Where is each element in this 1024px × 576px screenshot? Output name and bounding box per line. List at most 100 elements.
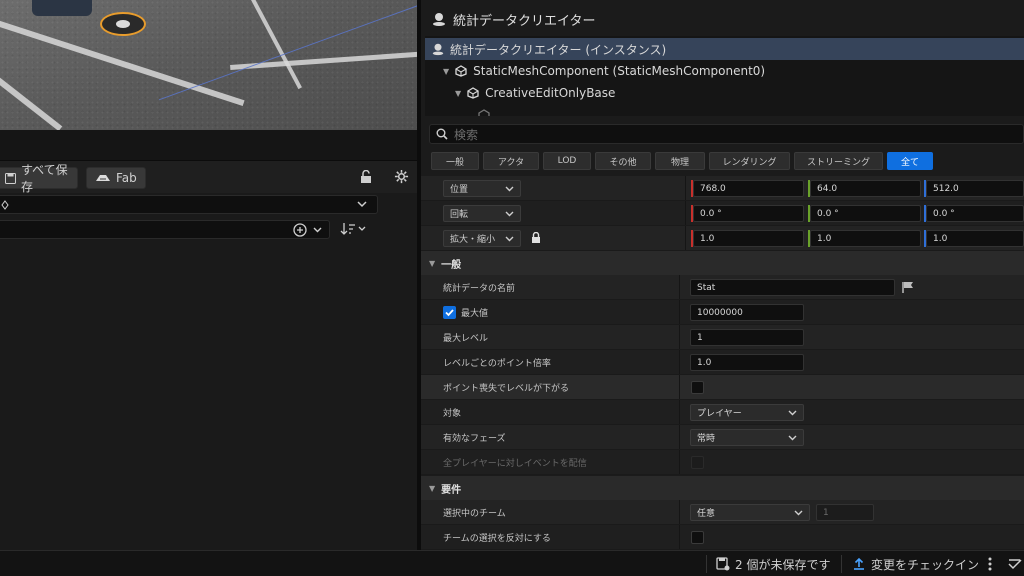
rotation-z-field[interactable]: 0.0 ° [926, 205, 1024, 222]
points-per-level-field[interactable]: 1.0 [690, 354, 804, 371]
column-divider [679, 375, 680, 399]
target-dropdown[interactable]: プレイヤー [690, 404, 804, 421]
rotation-x-field[interactable]: 0.0 ° [693, 205, 804, 222]
checkin-label: 変更をチェックイン [871, 557, 980, 572]
tree-item-instance[interactable]: 統計データクリエイター (インスタンス) [425, 38, 1024, 60]
scale-x-field[interactable]: 1.0 [693, 230, 804, 247]
category-general[interactable]: ▼ 一般 [421, 251, 1024, 275]
property-max-level: 最大レベル 1 [421, 325, 1024, 350]
invert-team-label: チームの選択を反対にする [443, 533, 551, 544]
stat-creator-device[interactable] [100, 12, 146, 36]
property-scale: 拡大・縮小 1.0 1.0 1.0 [421, 226, 1024, 251]
checkin-button[interactable]: 変更をチェックイン [852, 551, 979, 576]
column-divider [685, 176, 686, 200]
settings-icon[interactable] [394, 169, 409, 184]
level-down-checkbox[interactable] [691, 381, 704, 394]
max-level-field[interactable]: 1 [690, 329, 804, 346]
phase-label: 有効なフェーズ [443, 433, 506, 444]
fab-button[interactable]: Fab [86, 167, 146, 189]
unsaved-label: 2 個が未保存です [735, 557, 831, 572]
location-y-field[interactable]: 64.0 [810, 180, 921, 197]
filter-lod[interactable]: LOD [543, 152, 591, 170]
flag-icon[interactable] [902, 281, 914, 294]
fab-label: Fab [116, 171, 137, 185]
lock-icon[interactable] [531, 232, 541, 244]
property-stat-name: 統計データの名前 Stat [421, 275, 1024, 300]
rotation-mode-dropdown[interactable]: 回転 [443, 205, 521, 222]
filter-general[interactable]: 一般 [431, 152, 479, 170]
scale-z-field[interactable]: 1.0 [926, 230, 1024, 247]
chevron-down-icon [505, 236, 514, 242]
status-bar: 2 個が未保存です 変更をチェックイン [0, 550, 1024, 576]
chevron-down-icon[interactable] [313, 227, 322, 233]
stat-creator-icon [431, 11, 447, 27]
column-divider [679, 500, 680, 524]
content-search-input[interactable] [0, 220, 330, 239]
category-requirements[interactable]: ▼ 要件 [421, 476, 1024, 500]
scale-label: 拡大・縮小 [450, 235, 496, 245]
filter-all[interactable]: 全て [887, 152, 933, 170]
filter-streaming[interactable]: ストリーミング [794, 152, 883, 170]
filter-rendering[interactable]: レンダリング [709, 152, 790, 170]
phase-dropdown[interactable]: 常時 [690, 429, 804, 446]
invert-team-checkbox[interactable] [691, 531, 704, 544]
property-broadcast: 全プレイヤーに対しイベントを配信 [421, 450, 1024, 475]
location-z-field[interactable]: 512.0 [926, 180, 1024, 197]
column-divider [679, 350, 680, 374]
filter-other[interactable]: その他 [595, 152, 651, 170]
points-per-level-label: レベルごとのポイント倍率 [443, 358, 551, 369]
save-all-button[interactable]: すべて保存 [0, 163, 78, 194]
location-x-field[interactable]: 768.0 [693, 180, 804, 197]
chevron-down-icon [794, 510, 803, 516]
scale-y-field[interactable]: 1.0 [810, 230, 921, 247]
tree-item-static-mesh[interactable]: ▼ StaticMeshComponent (StaticMeshCompone… [425, 60, 1024, 82]
expand-arrow-icon[interactable]: ▼ [455, 89, 461, 98]
source-control-icon[interactable] [1008, 557, 1022, 571]
actor-mesh [32, 0, 92, 16]
max-value-field[interactable]: 10000000 [690, 304, 804, 321]
property-max-value: 最大値 10000000 [421, 300, 1024, 325]
property-rotation: 回転 0.0 ° 0.0 ° 0.0 ° [421, 201, 1024, 226]
details-header: 統計データクリエイター [421, 6, 1024, 32]
column-divider [679, 275, 680, 299]
property-location: 位置 768.0 64.0 512.0 [421, 176, 1024, 201]
column-divider [679, 325, 680, 349]
search-placeholder: 検索 [454, 127, 479, 142]
column-divider [685, 226, 686, 250]
category-requirements-label: 要件 [441, 484, 462, 496]
details-search-input[interactable]: 検索 [429, 124, 1024, 144]
unsaved-indicator[interactable]: 2 個が未保存です [716, 551, 830, 576]
sort-icon[interactable] [340, 221, 368, 237]
team-index-field: 1 [816, 504, 874, 521]
diamond-icon [1, 200, 9, 210]
column-divider [679, 400, 680, 424]
static-mesh-icon [466, 87, 480, 99]
location-mode-dropdown[interactable]: 位置 [443, 180, 521, 197]
phase-value: 常時 [697, 434, 716, 444]
property-points-per-level: レベルごとのポイント倍率 1.0 [421, 350, 1024, 375]
filter-physics[interactable]: 物理 [655, 152, 705, 170]
static-mesh-icon [454, 65, 468, 77]
add-circle-icon[interactable] [293, 223, 307, 237]
target-value: プレイヤー [697, 409, 742, 419]
search-icon [436, 128, 448, 140]
details-panel: 統計データクリエイター 統計データクリエイター (インスタンス) ▼ Stati… [421, 0, 1024, 550]
path-dropdown[interactable] [0, 195, 378, 214]
level-viewport[interactable] [0, 0, 417, 130]
tree-item-label: StaticMeshComponent (StaticMeshComponent… [473, 64, 766, 78]
lock-icon[interactable] [360, 170, 372, 184]
collapse-arrow-icon: ▼ [429, 483, 436, 493]
max-value-checkbox[interactable] [443, 306, 456, 319]
tree-item-creative-edit-only[interactable]: ▼ CreativeEditOnlyBase [425, 82, 1024, 104]
rotation-y-field[interactable]: 0.0 ° [810, 205, 921, 222]
stat-name-field[interactable]: Stat [690, 279, 895, 296]
team-dropdown[interactable]: 任意 [690, 504, 810, 521]
more-options-icon[interactable] [988, 557, 992, 571]
team-label: 選択中のチーム [443, 508, 506, 519]
expand-arrow-icon[interactable]: ▼ [443, 67, 449, 76]
scale-mode-dropdown[interactable]: 拡大・縮小 [443, 230, 521, 247]
rotation-label: 回転 [450, 210, 469, 220]
property-team: 選択中のチーム 任意 1 [421, 500, 1024, 525]
filter-actor[interactable]: アクタ [483, 152, 539, 170]
property-target: 対象 プレイヤー [421, 400, 1024, 425]
